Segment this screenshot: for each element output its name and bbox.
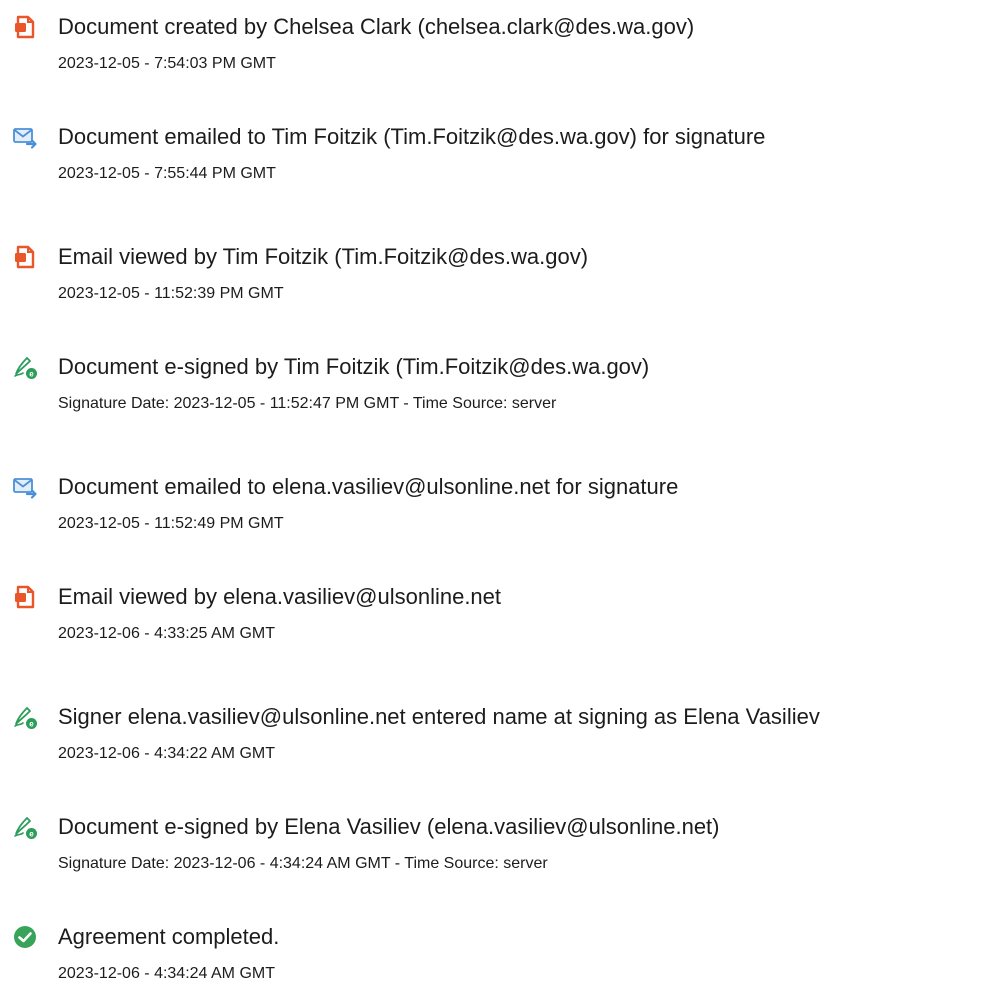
event-title: Document emailed to elena.vasiliev@ulson…	[58, 474, 679, 499]
check-circle-icon	[12, 924, 38, 950]
svg-text:e: e	[29, 369, 34, 378]
svg-text:e: e	[29, 829, 34, 838]
audit-event: Agreement completed. 2023-12-06 - 4:34:2…	[0, 914, 985, 994]
email-sent-icon	[12, 474, 38, 500]
event-title: Signer elena.vasiliev@ulsonline.net ente…	[58, 704, 820, 729]
audit-event: Document emailed to elena.vasiliev@ulson…	[0, 464, 985, 544]
event-timestamp: 2023-12-06 - 4:34:24 AM GMT	[58, 965, 275, 982]
event-timestamp: 2023-12-05 - 7:54:03 PM GMT	[58, 55, 276, 72]
event-timestamp: 2023-12-06 - 4:33:25 AM GMT	[58, 625, 275, 642]
event-timestamp: 2023-12-06 - 4:34:22 AM GMT	[58, 745, 275, 762]
event-detail: Signature Date: 2023-12-05 - 11:52:47 PM…	[58, 395, 557, 412]
event-title: Document created by Chelsea Clark (chels…	[58, 14, 695, 39]
audit-event: Document created by Chelsea Clark (chels…	[0, 4, 985, 84]
svg-text:e: e	[29, 719, 34, 728]
event-title: Document emailed to Tim Foitzik (Tim.Foi…	[58, 124, 766, 149]
audit-event: Email viewed by elena.vasiliev@ulsonline…	[0, 574, 985, 654]
audit-event: e Signer elena.vasiliev@ulsonline.net en…	[0, 694, 985, 774]
e-sign-icon: e	[12, 704, 38, 730]
audit-event: Document emailed to Tim Foitzik (Tim.Foi…	[0, 114, 985, 194]
event-detail: Signature Date: 2023-12-06 - 4:34:24 AM …	[58, 855, 548, 872]
event-timestamp: 2023-12-05 - 11:52:49 PM GMT	[58, 515, 284, 532]
document-viewed-icon	[12, 584, 38, 610]
audit-event: e Document e-signed by Elena Vasiliev (e…	[0, 804, 985, 884]
event-title: Document e-signed by Elena Vasiliev (ele…	[58, 814, 720, 839]
event-title: Agreement completed.	[58, 924, 280, 949]
audit-event: e Document e-signed by Tim Foitzik (Tim.…	[0, 344, 985, 424]
event-timestamp: 2023-12-05 - 7:55:44 PM GMT	[58, 165, 276, 182]
email-sent-icon	[12, 124, 38, 150]
event-timestamp: 2023-12-05 - 11:52:39 PM GMT	[58, 285, 284, 302]
audit-event: Email viewed by Tim Foitzik (Tim.Foitzik…	[0, 234, 985, 314]
e-sign-icon: e	[12, 354, 38, 380]
document-created-icon	[12, 14, 38, 40]
event-title: Email viewed by elena.vasiliev@ulsonline…	[58, 584, 502, 609]
event-title: Email viewed by Tim Foitzik (Tim.Foitzik…	[58, 244, 589, 269]
document-viewed-icon	[12, 244, 38, 270]
e-sign-icon: e	[12, 814, 38, 840]
event-title: Document e-signed by Tim Foitzik (Tim.Fo…	[58, 354, 650, 379]
